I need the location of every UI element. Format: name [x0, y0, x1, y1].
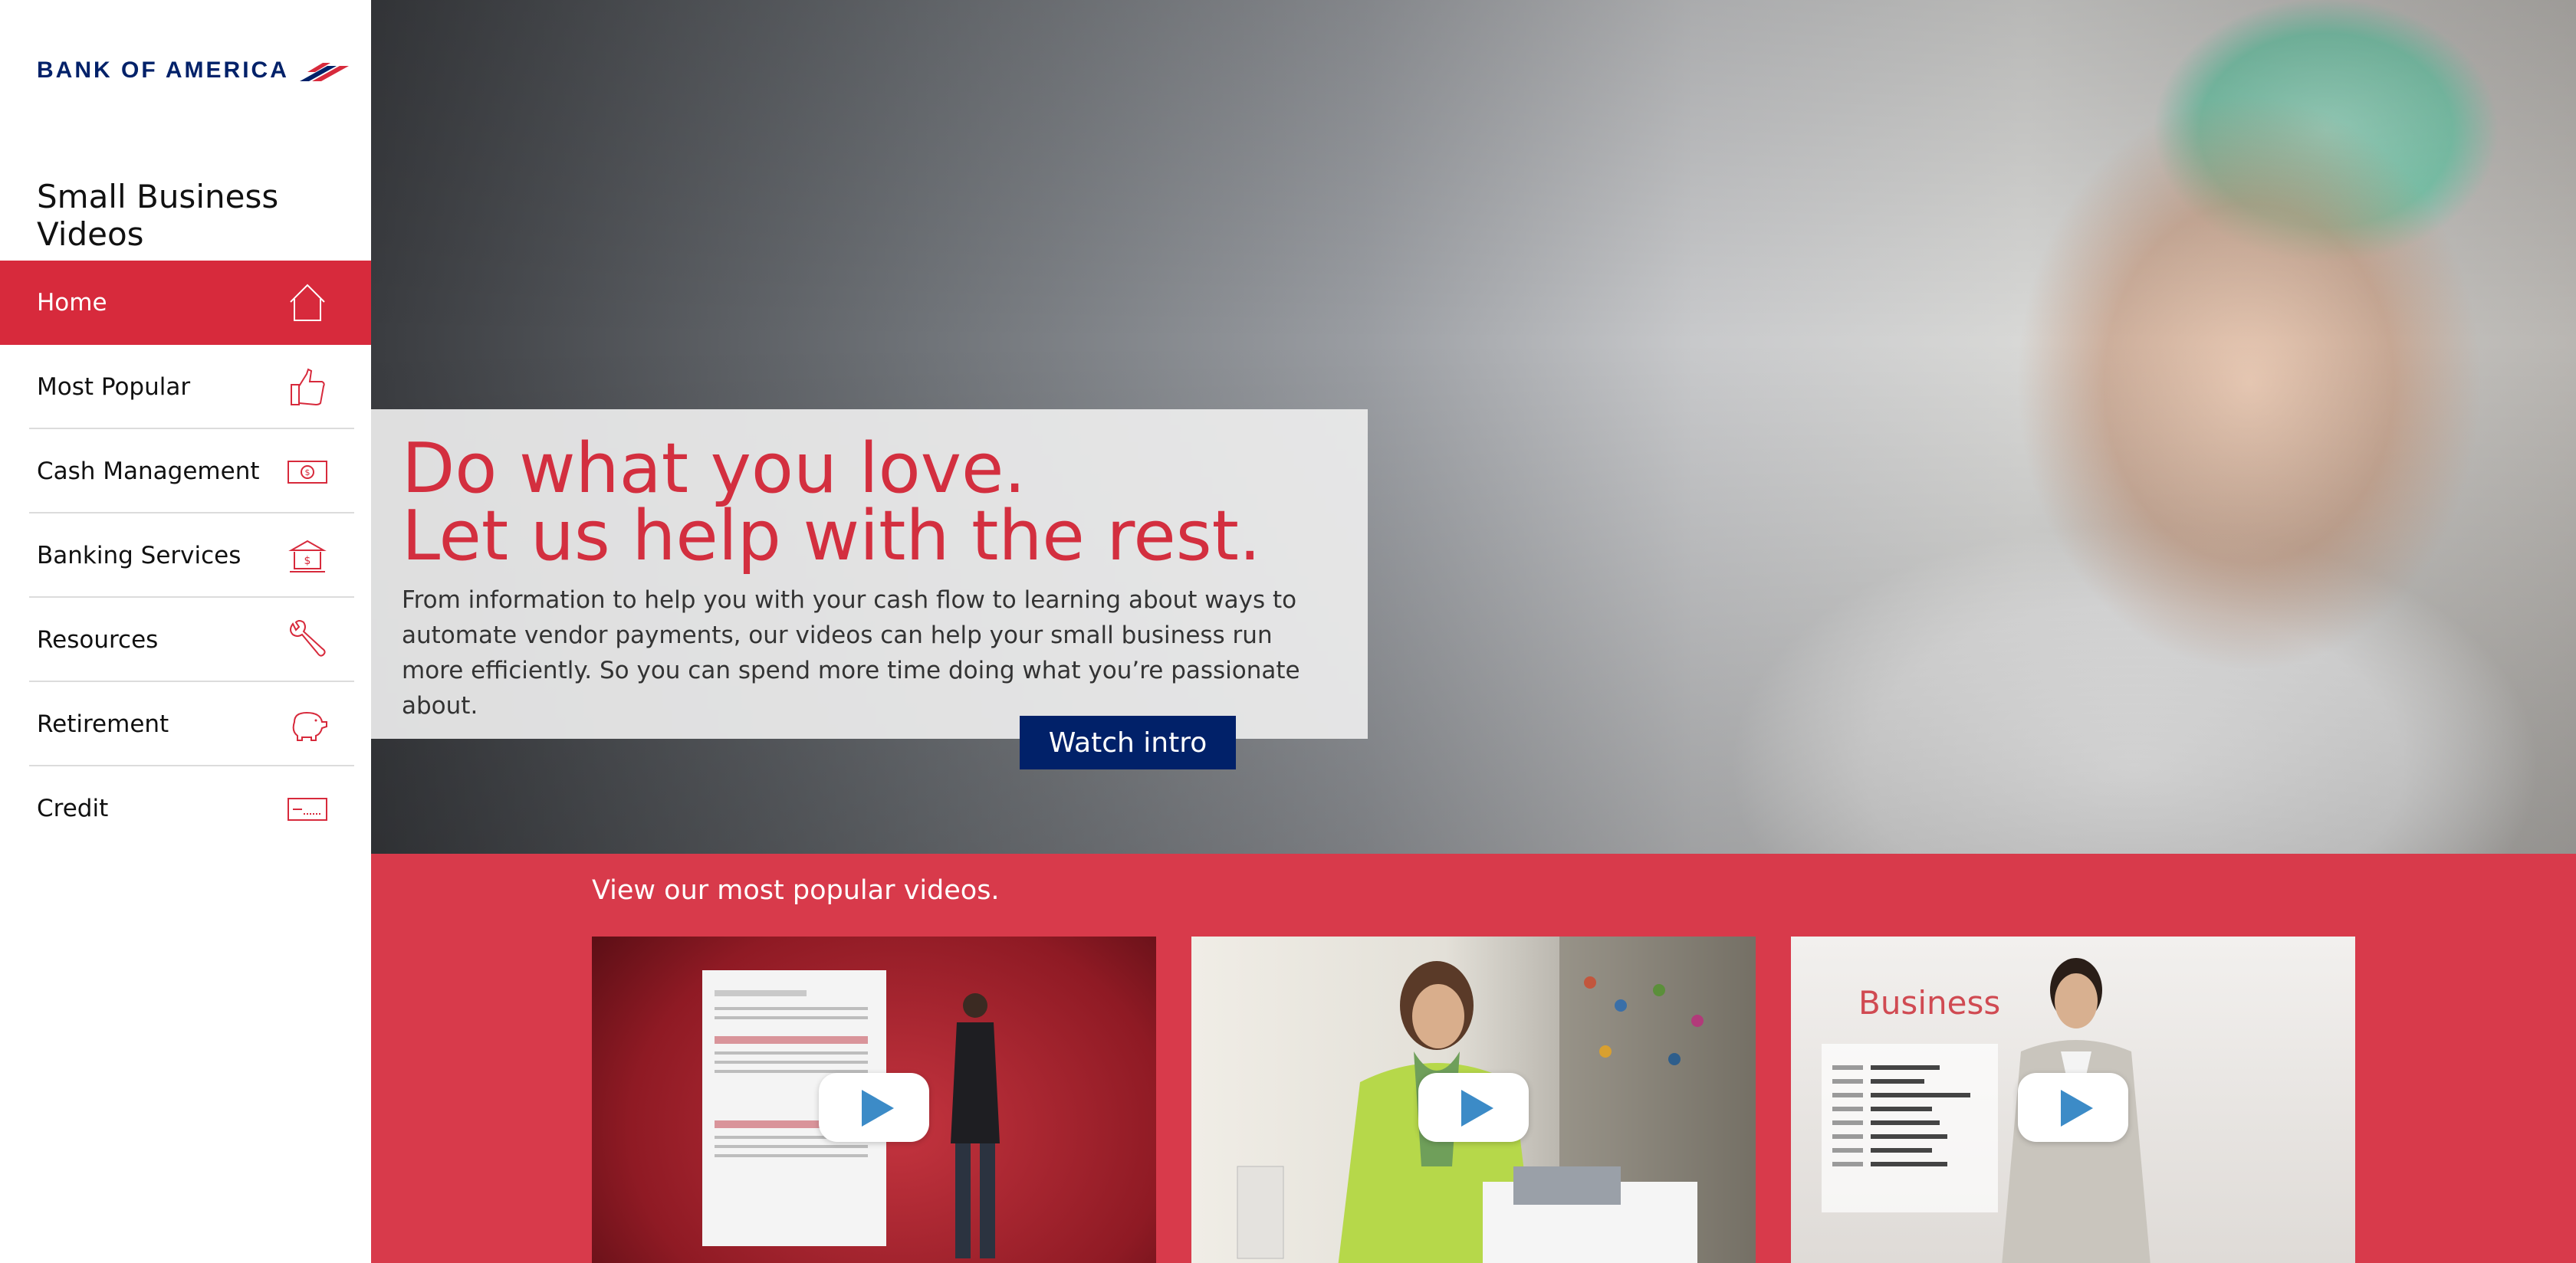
play-icon: [862, 1090, 894, 1127]
video-thumbnail[interactable]: [1191, 937, 1756, 1263]
sidebar: BANK OF AMERICA Small Business Videos Ho…: [0, 0, 371, 1263]
sidebar-item-home[interactable]: Home: [0, 261, 371, 345]
video-thumbnail[interactable]: Business: [1791, 937, 2355, 1263]
money-bill-icon: $: [288, 461, 327, 484]
play-button[interactable]: [1418, 1073, 1529, 1142]
sidebar-item-cash-management[interactable]: Cash Management $: [0, 429, 371, 513]
play-icon: [2061, 1090, 2093, 1127]
logo-wordmark: BANK OF AMERICA: [37, 57, 289, 83]
headline-line-2: Let us help with the rest.: [402, 496, 1261, 576]
play-button[interactable]: [2018, 1073, 2128, 1142]
hero-text-panel: Do what you love. Let us help with the r…: [371, 409, 1368, 769]
popular-videos-section: View our most popular videos. Business: [371, 854, 2576, 1263]
wrench-icon: [290, 620, 326, 657]
piggy-bank-icon: [292, 711, 327, 741]
hero-banner: Do what you love. Let us help with the r…: [371, 0, 2576, 854]
thumbs-up-icon: [291, 368, 325, 406]
hero-description: From information to help you with your c…: [402, 586, 1300, 720]
svg-text:$: $: [305, 467, 310, 477]
headline-line-1: Do what you love.: [402, 428, 1026, 509]
bank-building-icon: $: [288, 540, 327, 572]
flag-logo-icon: [299, 63, 349, 81]
play-button[interactable]: [819, 1073, 929, 1142]
sidebar-item-label: Cash Management: [37, 458, 260, 485]
watch-intro-button[interactable]: Watch intro: [1020, 716, 1236, 769]
site-title: Small Business Videos: [37, 178, 279, 253]
sidebar-item-label: Most Popular: [37, 373, 191, 401]
hero-headline: Do what you love. Let us help with the r…: [402, 428, 1261, 576]
video-thumbnail[interactable]: [592, 937, 1156, 1263]
sidebar-nav: Home Most Popular Cash Management $ Bank…: [0, 261, 371, 851]
bank-logo[interactable]: BANK OF AMERICA: [37, 54, 352, 87]
sidebar-item-resources[interactable]: Resources: [0, 598, 371, 682]
credit-card-icon: [288, 798, 327, 821]
popular-videos-title: View our most popular videos.: [592, 875, 1000, 906]
sidebar-item-banking-services[interactable]: Banking Services $: [0, 513, 371, 598]
sidebar-item-most-popular[interactable]: Most Popular: [0, 345, 371, 429]
sidebar-item-retirement[interactable]: Retirement: [0, 682, 371, 766]
sidebar-item-label: Credit: [37, 795, 109, 822]
sidebar-item-label: Retirement: [37, 710, 169, 738]
sidebar-item-credit[interactable]: Credit: [0, 766, 371, 851]
sidebar-item-label: Home: [37, 289, 107, 317]
home-icon: [290, 284, 325, 321]
play-icon: [1461, 1090, 1493, 1127]
svg-text:$: $: [304, 555, 311, 567]
sidebar-item-label: Banking Services: [37, 542, 242, 569]
sidebar-item-label: Resources: [37, 626, 159, 654]
